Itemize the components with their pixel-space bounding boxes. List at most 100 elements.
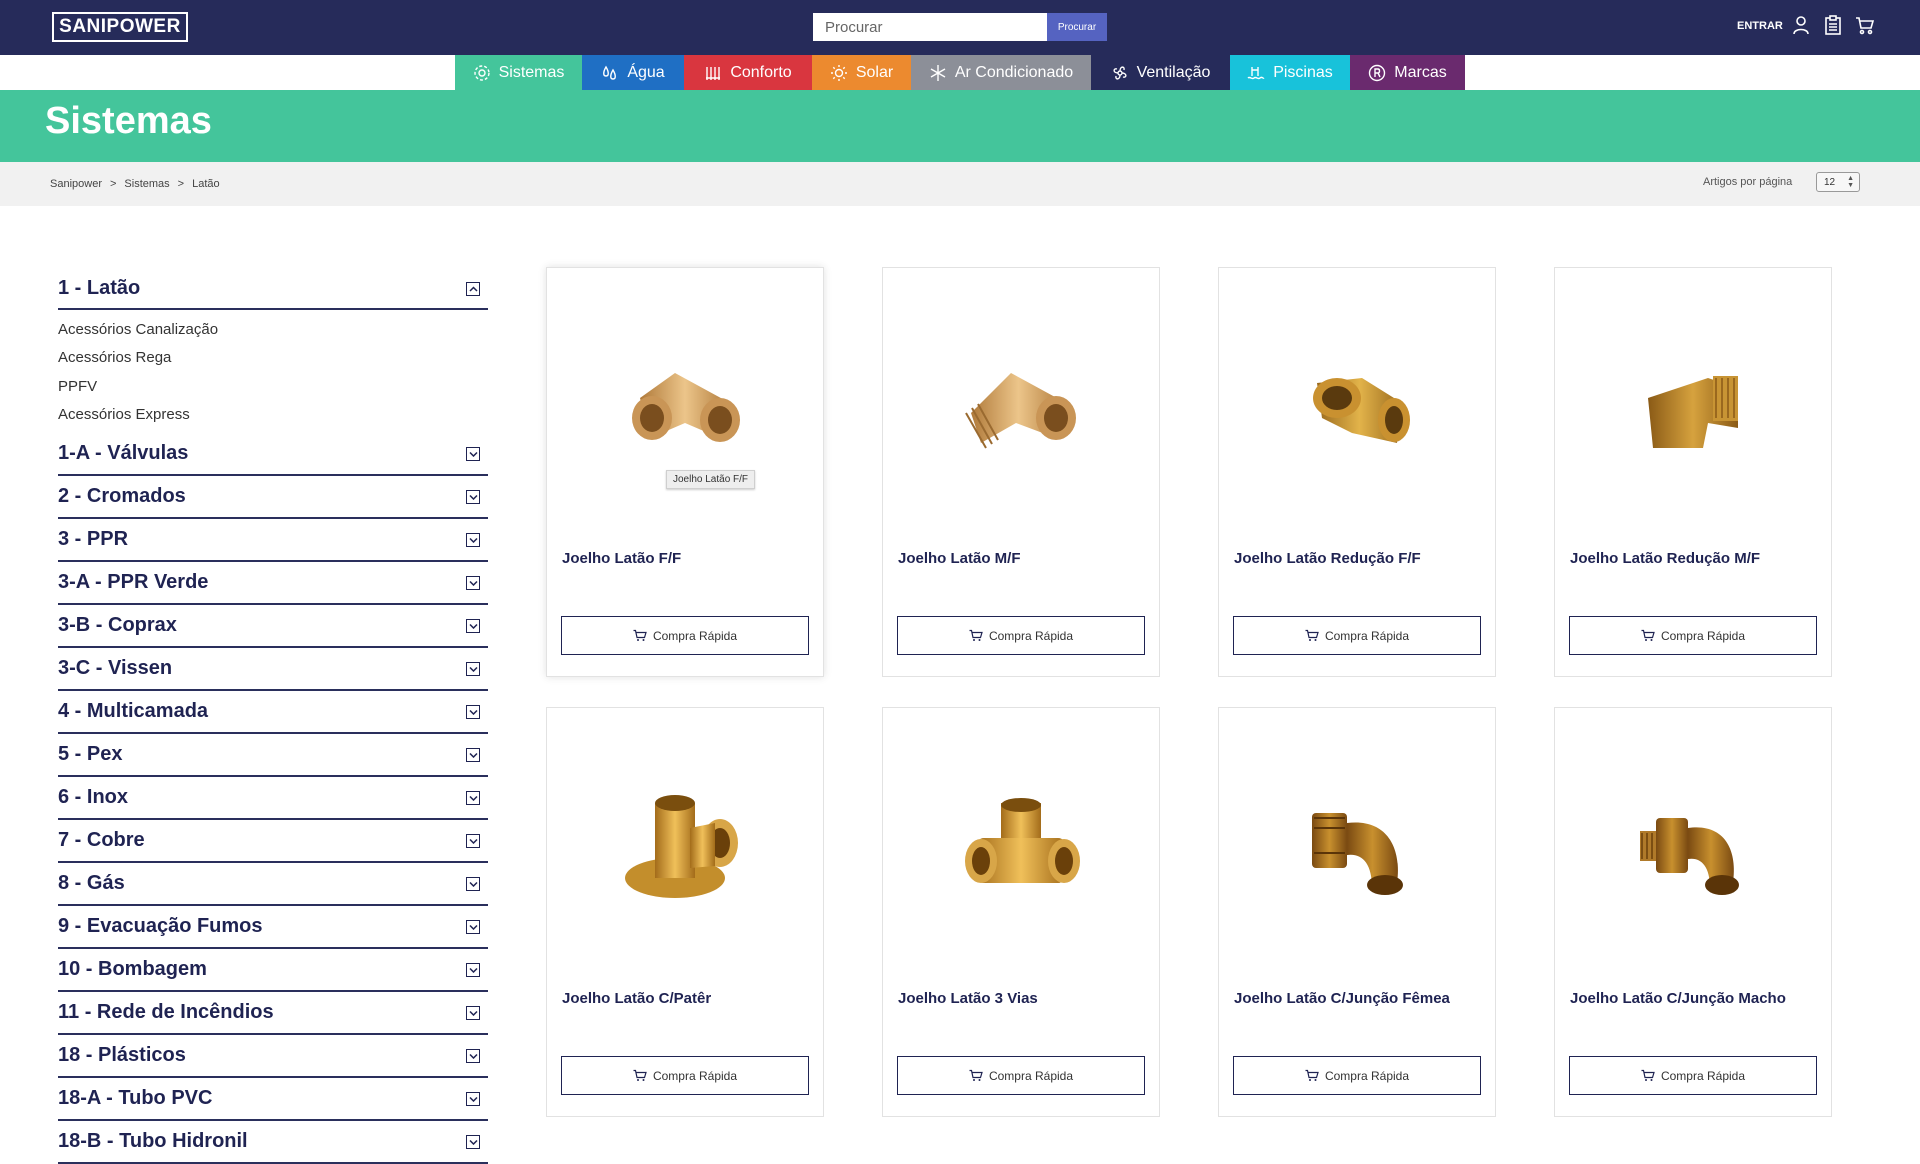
product-name[interactable]: Joelho Latão Redução F/F xyxy=(1234,550,1421,567)
sidebar-section-label: 3 - PPR xyxy=(58,528,129,550)
sidebar-section[interactable]: 11 - Rede de Incêndios xyxy=(58,992,488,1035)
search-input[interactable] xyxy=(813,13,1047,41)
expand-icon[interactable] xyxy=(466,1092,480,1106)
expand-icon[interactable] xyxy=(466,619,480,633)
expand-icon[interactable] xyxy=(466,834,480,848)
sidebar-section-label: 18-A - Tubo PVC xyxy=(58,1087,213,1109)
expand-icon[interactable] xyxy=(466,447,480,461)
product-card[interactable]: Joelho Latão C/Patêr Compra Rápida xyxy=(546,707,824,1117)
category-solar[interactable]: Solar xyxy=(812,55,911,90)
quick-buy-button[interactable]: Compra Rápida xyxy=(1569,616,1817,655)
collapse-icon[interactable] xyxy=(466,282,480,296)
expand-icon[interactable] xyxy=(466,1049,480,1063)
expand-icon[interactable] xyxy=(466,1006,480,1020)
sidebar-section[interactable]: 10 - Bombagem xyxy=(58,949,488,992)
user-icon[interactable] xyxy=(1791,15,1811,35)
expand-icon[interactable] xyxy=(466,920,480,934)
expand-icon[interactable] xyxy=(466,533,480,547)
fan-icon xyxy=(1113,65,1127,80)
category-sistemas[interactable]: Sistemas xyxy=(455,55,582,90)
per-page-select[interactable]: 12 ▲ ▼ xyxy=(1816,172,1860,192)
search-button[interactable]: Procurar xyxy=(1047,13,1107,41)
product-image[interactable] xyxy=(547,738,823,958)
sidebar-subitem[interactable]: Acessórios Express xyxy=(58,401,488,430)
breadcrumb-sanipower[interactable]: Sanipower xyxy=(50,178,102,190)
sidebar-section[interactable]: 8 - Gás xyxy=(58,863,488,906)
sidebar-section[interactable]: 18-A - Tubo PVC xyxy=(58,1078,488,1121)
product-image[interactable] xyxy=(883,738,1159,958)
expand-icon[interactable] xyxy=(466,662,480,676)
product-name[interactable]: Joelho Latão C/Junção Macho xyxy=(1570,990,1786,1007)
product-name[interactable]: Joelho Latão M/F xyxy=(898,550,1021,567)
sidebar-section[interactable]: 1-A - Válvulas xyxy=(58,433,488,476)
sidebar-section[interactable]: 3-A - PPR Verde xyxy=(58,562,488,605)
product-image[interactable] xyxy=(1555,298,1831,518)
sidebar-section[interactable]: 3-C - Vissen xyxy=(58,648,488,691)
category-conforto[interactable]: Conforto xyxy=(684,55,812,90)
category-marcas[interactable]: Marcas xyxy=(1350,55,1465,90)
sidebar-section-label: 11 - Rede de Incêndios xyxy=(58,1001,274,1023)
quick-buy-button[interactable]: Compra Rápida xyxy=(897,1056,1145,1095)
breadcrumb-sistemas[interactable]: Sistemas xyxy=(124,178,169,190)
sidebar-section[interactable]: 18 - Plásticos xyxy=(58,1035,488,1078)
quick-buy-button[interactable]: Compra Rápida xyxy=(897,616,1145,655)
expand-icon[interactable] xyxy=(466,877,480,891)
sidebar-subitem[interactable]: Acessórios Rega xyxy=(58,344,488,373)
sidebar-section-label: 5 - Pex xyxy=(58,743,123,765)
expand-icon[interactable] xyxy=(466,791,480,805)
category-agua[interactable]: Água xyxy=(582,55,684,90)
product-image[interactable] xyxy=(1219,738,1495,958)
sidebar-section[interactable]: 3-B - Coprax xyxy=(58,605,488,648)
login-link[interactable]: ENTRAR xyxy=(1737,20,1783,32)
product-card[interactable]: Joelho Latão Redução F/F Compra Rápida xyxy=(1218,267,1496,677)
expand-icon[interactable] xyxy=(466,705,480,719)
quick-buy-button[interactable]: Compra Rápida xyxy=(1569,1056,1817,1095)
cart-icon xyxy=(633,629,647,641)
sidebar-section[interactable]: 7 - Cobre xyxy=(58,820,488,863)
sidebar-section[interactable]: 2 - Cromados xyxy=(58,476,488,519)
product-name[interactable]: Joelho Latão C/Patêr xyxy=(562,990,711,1007)
quick-buy-label: Compra Rápida xyxy=(652,1068,738,1083)
product-card[interactable]: Joelho Latão 3 Vias Compra Rápida xyxy=(882,707,1160,1117)
product-card[interactable]: Joelho Latão M/F Compra Rápida xyxy=(882,267,1160,677)
sidebar-subitem[interactable]: PPFV xyxy=(58,372,488,401)
category-ar-condicionado[interactable]: Ar Condicionado xyxy=(911,55,1091,90)
product-name[interactable]: Joelho Latão 3 Vias xyxy=(898,990,1038,1007)
product-image[interactable] xyxy=(1219,298,1495,518)
clipboard-list-icon[interactable] xyxy=(1823,15,1843,35)
stepper-arrows-icon: ▲ ▼ xyxy=(1847,175,1854,189)
quick-buy-label: Compra Rápida xyxy=(988,1068,1074,1083)
sidebar-subitem[interactable]: Acessórios Canalização xyxy=(58,315,488,344)
quick-buy-button[interactable]: Compra Rápida xyxy=(1233,1056,1481,1095)
sidebar-section[interactable]: 18-B - Tubo Hidronil xyxy=(58,1121,488,1164)
product-name[interactable]: Joelho Latão C/Junção Fêmea xyxy=(1234,990,1450,1007)
sidebar-section[interactable]: 3 - PPR xyxy=(58,519,488,562)
sidebar-section[interactable]: 9 - Evacuação Fumos xyxy=(58,906,488,949)
product-card[interactable]: Joelho Latão C/Junção Fêmea Compra Rápida xyxy=(1218,707,1496,1117)
sidebar-section[interactable]: 6 - Inox xyxy=(58,777,488,820)
expand-icon[interactable] xyxy=(466,576,480,590)
cart-icon[interactable] xyxy=(1855,15,1875,35)
category-ventilacao[interactable]: Ventilação xyxy=(1091,55,1230,90)
quick-buy-button[interactable]: Compra Rápida xyxy=(561,1056,809,1095)
sidebar-section[interactable]: 5 - Pex xyxy=(58,734,488,777)
sanipower-logo[interactable]: SANIPOWER xyxy=(52,12,188,42)
sidebar-section-latao[interactable]: 1 - Latão xyxy=(58,268,488,310)
category-piscinas[interactable]: Piscinas xyxy=(1230,55,1350,90)
product-card[interactable]: Joelho Latão F/F Joelho Latão F/F Compra R… xyxy=(546,267,824,677)
expand-icon[interactable] xyxy=(466,963,480,977)
product-image[interactable] xyxy=(1555,738,1831,958)
product-image[interactable] xyxy=(883,298,1159,518)
sidebar-section[interactable]: 4 - Multicamada xyxy=(58,691,488,734)
product-card[interactable]: Joelho Latão Redução M/F Compra Rápida xyxy=(1554,267,1832,677)
quick-buy-button[interactable]: Compra Rápida xyxy=(561,616,809,655)
product-name[interactable]: Joelho Latão Redução M/F xyxy=(1570,550,1760,567)
expand-icon[interactable] xyxy=(466,1135,480,1149)
product-name[interactable]: Joelho Latão F/F xyxy=(562,550,681,567)
top-bar: SANIPOWER Procurar ENTRAR xyxy=(0,0,1920,55)
expand-icon[interactable] xyxy=(466,490,480,504)
product-card[interactable]: Joelho Latão C/Junção Macho Compra Rápida xyxy=(1554,707,1832,1117)
sidebar-section-label: 4 - Multicamada xyxy=(58,700,209,722)
quick-buy-button[interactable]: Compra Rápida xyxy=(1233,616,1481,655)
expand-icon[interactable] xyxy=(466,748,480,762)
